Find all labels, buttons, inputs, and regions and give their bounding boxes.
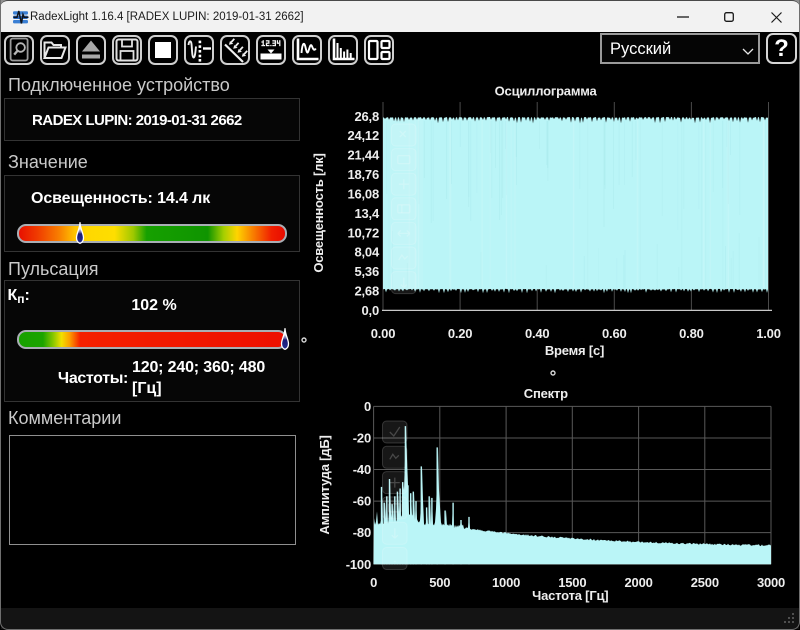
svg-text:8,04: 8,04 bbox=[354, 245, 379, 260]
svg-text:1.00: 1.00 bbox=[756, 326, 781, 341]
svg-text:18,76: 18,76 bbox=[347, 167, 379, 182]
svg-text:26,8: 26,8 bbox=[354, 109, 379, 124]
svg-text:16,08: 16,08 bbox=[347, 187, 379, 202]
svg-text:-20: -20 bbox=[353, 431, 371, 446]
svg-text:2500: 2500 bbox=[691, 575, 719, 590]
svg-text:0.60: 0.60 bbox=[602, 326, 627, 341]
svg-text:-40: -40 bbox=[353, 462, 371, 477]
svg-text:21,44: 21,44 bbox=[347, 148, 380, 163]
svg-text:Время [с]: Время [с] bbox=[545, 343, 604, 358]
svg-text:0.20: 0.20 bbox=[448, 326, 473, 341]
svg-text:Частота [Гц]: Частота [Гц] bbox=[532, 588, 608, 603]
svg-text:-80: -80 bbox=[353, 525, 371, 540]
svg-text:0.80: 0.80 bbox=[679, 326, 704, 341]
svg-text:2000: 2000 bbox=[625, 575, 653, 590]
svg-text:0: 0 bbox=[364, 399, 371, 414]
svg-text:5,36: 5,36 bbox=[354, 264, 379, 279]
svg-text:Освещенность [лк]: Освещенность [лк] bbox=[311, 153, 326, 272]
svg-text:Спектр: Спектр bbox=[524, 386, 568, 401]
svg-text:0,0: 0,0 bbox=[362, 303, 379, 318]
svg-text:10,72: 10,72 bbox=[347, 225, 379, 240]
svg-text:3000: 3000 bbox=[757, 575, 785, 590]
svg-text:0.00: 0.00 bbox=[371, 326, 396, 341]
svg-text:0: 0 bbox=[370, 575, 377, 590]
svg-text:0.40: 0.40 bbox=[525, 326, 550, 341]
svg-text:24,12: 24,12 bbox=[347, 128, 379, 143]
svg-text:-100: -100 bbox=[346, 557, 371, 572]
svg-text:2,68: 2,68 bbox=[354, 284, 379, 299]
svg-text:-60: -60 bbox=[353, 494, 371, 509]
svg-text:13,4: 13,4 bbox=[354, 206, 379, 221]
svg-text:Амплитуда [дБ]: Амплитуда [дБ] bbox=[317, 435, 332, 534]
svg-text:500: 500 bbox=[429, 575, 450, 590]
svg-text:Осциллограмма: Осциллограмма bbox=[495, 84, 598, 99]
svg-text:1000: 1000 bbox=[492, 575, 520, 590]
